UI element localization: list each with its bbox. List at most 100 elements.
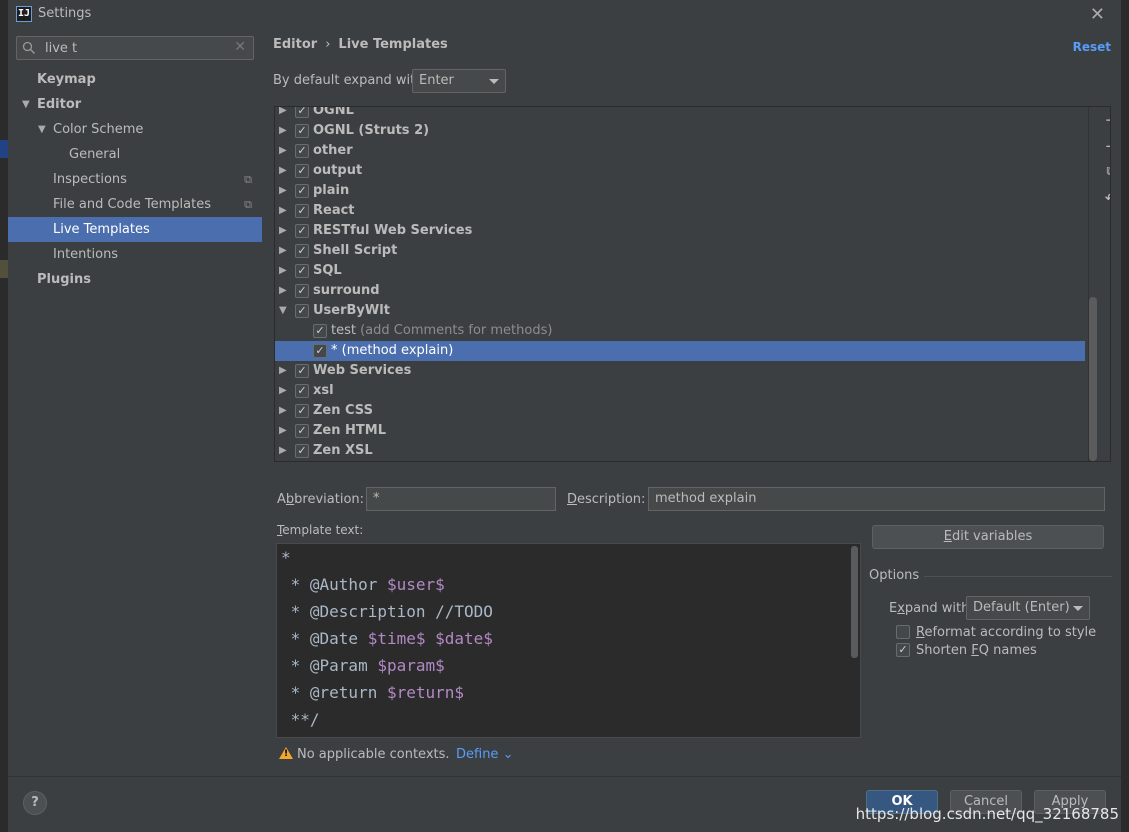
undo-icon[interactable]: ↶ [1103, 190, 1110, 206]
editor-scrollbar[interactable] [851, 546, 858, 658]
collapsed-arrow-icon[interactable]: ▶ [279, 141, 287, 161]
default-expand-select[interactable]: Enter [412, 69, 506, 93]
group-checkbox[interactable]: ✓ [295, 424, 309, 438]
template-group-row[interactable]: ▶ ✓ Zen HTML [275, 421, 1085, 441]
group-checkbox[interactable]: ✓ [295, 224, 309, 238]
sidebar-item-plugins[interactable]: Plugins [8, 267, 262, 292]
sidebar-item-label: Intentions [53, 247, 119, 262]
group-label: output [313, 163, 363, 178]
group-checkbox[interactable]: ✓ [295, 124, 309, 138]
template-group-row[interactable]: ▶ ✓ plain [275, 181, 1085, 201]
template-group-row[interactable]: ▶ ✓ xsl [275, 381, 1085, 401]
template-group-row[interactable]: ▶ ✓ RESTful Web Services [275, 221, 1085, 241]
code-line: * @Author $user$ [281, 575, 445, 594]
remove-icon[interactable]: − [1103, 138, 1110, 154]
description-input[interactable]: method explain [648, 487, 1105, 511]
group-checkbox[interactable]: ✓ [295, 444, 309, 458]
sidebar-item-inspections[interactable]: Inspections ⧉ [8, 167, 262, 192]
template-group-row[interactable]: ▶ ✓ React [275, 201, 1085, 221]
template-group-row[interactable]: ▶ ✓ other [275, 141, 1085, 161]
template-abbreviation: test [331, 323, 356, 338]
group-checkbox[interactable]: ✓ [295, 144, 309, 158]
collapsed-arrow-icon[interactable]: ▶ [279, 401, 287, 421]
template-group-row[interactable]: ▶ ✓ SQL [275, 261, 1085, 281]
sidebar-item-file-and-code-templates[interactable]: File and Code Templates ⧉ [8, 192, 262, 217]
collapsed-arrow-icon[interactable]: ▶ [279, 381, 287, 401]
collapsed-arrow-icon[interactable]: ▶ [279, 241, 287, 261]
sidebar-item-intentions[interactable]: Intentions [8, 242, 262, 267]
expanded-arrow-icon[interactable]: ▼ [38, 117, 46, 142]
template-group-row[interactable]: ▶ ✓ surround [275, 281, 1085, 301]
template-group-row[interactable]: ▶ ✓ Zen XSL [275, 441, 1085, 461]
edit-variables-button[interactable]: Edit variables [872, 525, 1104, 549]
copy-icon[interactable]: ⧉ [1103, 164, 1110, 180]
add-icon[interactable]: + [1103, 112, 1110, 128]
template-group-row[interactable]: ▶ ✓ Web Services [275, 361, 1085, 381]
sidebar-item-keymap[interactable]: Keymap [8, 67, 262, 92]
group-checkbox[interactable]: ✓ [295, 284, 309, 298]
clear-search-icon[interactable]: ✕ [234, 39, 246, 55]
define-contexts-link[interactable]: Define ⌄ [456, 747, 513, 762]
settings-search[interactable]: ✕ [16, 36, 254, 60]
sidebar-item-editor[interactable]: ▼ Editor [8, 92, 262, 117]
sidebar-item-label: Live Templates [53, 222, 150, 237]
sidebar-item-live-templates[interactable]: Live Templates [8, 217, 262, 242]
collapsed-arrow-icon[interactable]: ▶ [279, 161, 287, 181]
collapsed-arrow-icon[interactable]: ▶ [279, 201, 287, 221]
abbreviation-input[interactable]: * [366, 487, 556, 511]
group-checkbox[interactable]: ✓ [295, 364, 309, 378]
close-icon[interactable]: ✕ [1090, 4, 1105, 25]
expanded-arrow-icon[interactable]: ▼ [22, 92, 30, 117]
group-label: OGNL (Struts 2) [313, 123, 430, 138]
template-checkbox[interactable]: ✓ [313, 324, 327, 338]
template-checkbox[interactable]: ✓ [313, 344, 327, 358]
group-checkbox[interactable]: ✓ [295, 244, 309, 258]
group-checkbox[interactable]: ✓ [295, 164, 309, 178]
template-group-row[interactable]: ▼ ✓ UserByWlt [275, 301, 1085, 321]
template-group-row[interactable]: ▶ ✓ Shell Script [275, 241, 1085, 261]
list-scrollbar[interactable] [1089, 297, 1097, 461]
collapsed-arrow-icon[interactable]: ▶ [279, 281, 287, 301]
sidebar-item-label: Inspections [53, 172, 127, 187]
expand-with-select[interactable]: Default (Enter) [966, 596, 1090, 620]
template-group-row[interactable]: ▶ ✓ output [275, 161, 1085, 181]
templates-list: ▶ ✓ OGNL ▶ ✓ OGNL (Struts 2) ▶ ✓ other ▶… [274, 106, 1111, 462]
collapsed-arrow-icon[interactable]: ▶ [279, 121, 287, 141]
list-toolbar: + − ⧉ ↶ [1099, 107, 1110, 461]
group-checkbox[interactable]: ✓ [295, 107, 309, 118]
collapsed-arrow-icon[interactable]: ▶ [279, 361, 287, 381]
template-item-row[interactable]: ✓ test (add Comments for methods) [275, 321, 1085, 341]
template-item-row-selected[interactable]: ✓ * (method explain) [275, 341, 1085, 361]
group-checkbox[interactable]: ✓ [295, 264, 309, 278]
collapsed-arrow-icon[interactable]: ▶ [279, 181, 287, 201]
collapsed-arrow-icon[interactable]: ▶ [279, 221, 287, 241]
sidebar-item-color-scheme[interactable]: ▼ Color Scheme [8, 117, 262, 142]
group-checkbox[interactable]: ✓ [295, 304, 309, 318]
reformat-label[interactable]: Reformat according to style [916, 625, 1096, 640]
help-button[interactable]: ? [23, 791, 47, 815]
sidebar-item-general[interactable]: General [8, 142, 262, 167]
template-text-editor[interactable]: * * @Author $user$ * @Description //TODO… [276, 543, 861, 738]
group-checkbox[interactable]: ✓ [295, 384, 309, 398]
reformat-checkbox[interactable] [896, 625, 910, 639]
reset-link[interactable]: Reset [1073, 40, 1111, 54]
group-checkbox[interactable]: ✓ [295, 204, 309, 218]
collapsed-arrow-icon[interactable]: ▶ [279, 261, 287, 281]
collapsed-arrow-icon[interactable]: ▶ [279, 441, 287, 461]
collapsed-arrow-icon[interactable]: ▶ [279, 421, 287, 441]
template-group-row[interactable]: ▶ ✓ OGNL (Struts 2) [275, 121, 1085, 141]
search-input[interactable] [45, 39, 225, 57]
template-group-row[interactable]: ▶ ✓ OGNL [275, 107, 1085, 121]
background-mark [0, 140, 8, 158]
breadcrumb-separator: › [325, 37, 331, 52]
shorten-fq-names-label[interactable]: Shorten FQ names [916, 643, 1037, 658]
collapsed-arrow-icon[interactable]: ▶ [279, 107, 287, 121]
template-group-row[interactable]: ▶ ✓ Zen CSS [275, 401, 1085, 421]
shorten-fq-names-checkbox[interactable]: ✓ [896, 643, 910, 657]
default-expand-label: By default expand with [273, 73, 424, 88]
group-checkbox[interactable]: ✓ [295, 404, 309, 418]
group-label: Web Services [313, 363, 412, 378]
group-checkbox[interactable]: ✓ [295, 184, 309, 198]
expanded-arrow-icon[interactable]: ▼ [279, 301, 287, 321]
sidebar-item-label: Plugins [37, 272, 91, 287]
